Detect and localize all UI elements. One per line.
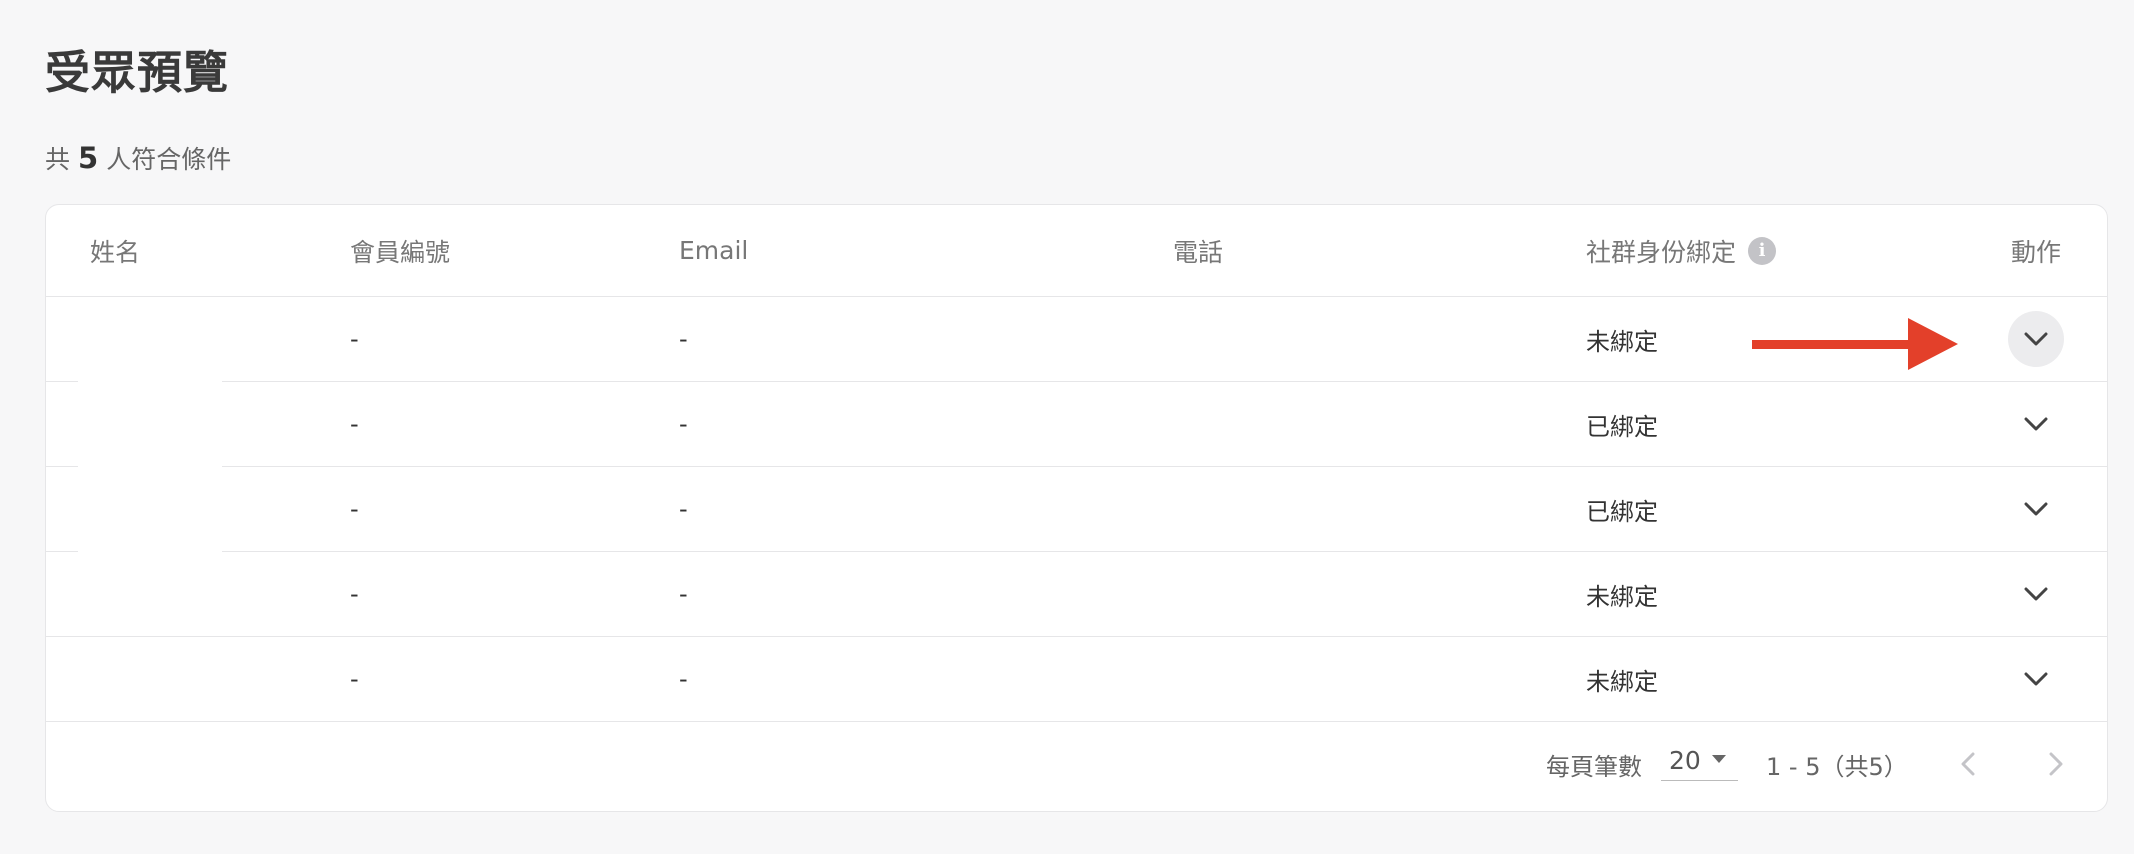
cell-social: 未綁定 xyxy=(1586,327,1658,356)
table-header: 姓名 會員編號 Email 電話 社群身份綁定 i 動作 xyxy=(46,205,2107,297)
cell-social: 已綁定 xyxy=(1586,497,1658,526)
cell-action xyxy=(1986,637,2086,721)
prev-page-button[interactable] xyxy=(1948,744,1988,784)
page-title: 受眾預覽 xyxy=(45,46,230,99)
cell-social: 未綁定 xyxy=(1586,582,1658,611)
chevron-left-icon xyxy=(1961,752,1975,776)
header-social-label: 社群身份綁定 xyxy=(1586,237,1737,267)
caret-down-icon xyxy=(1712,755,1726,763)
cell-social: 未綁定 xyxy=(1586,667,1658,696)
cell-email: - xyxy=(679,325,688,353)
header-action: 動作 xyxy=(2010,237,2061,267)
chevron-down-icon xyxy=(2024,332,2048,346)
cell-action xyxy=(1986,297,2086,381)
per-page-value: 20 xyxy=(1669,746,1701,775)
pagination-bar: 每頁筆數 20 1 - 5（共5） xyxy=(46,717,2107,811)
header-social: 社群身份綁定 i xyxy=(1586,205,1777,296)
audience-preview-page: 受眾預覽 共 5 人符合條件 姓名 會員編號 Email 電話 社群身份綁定 i… xyxy=(0,0,2134,854)
redaction-mask xyxy=(78,381,222,636)
cell-action xyxy=(1986,552,2086,636)
table-row: - - 未綁定 xyxy=(46,637,2107,722)
header-email: Email xyxy=(679,236,749,265)
chevron-down-icon xyxy=(2024,672,2048,686)
expand-row-button[interactable] xyxy=(2008,396,2064,452)
cell-member-id: - xyxy=(350,495,359,523)
per-page-label: 每頁筆數 xyxy=(1546,753,1642,781)
expand-row-button[interactable] xyxy=(2008,651,2064,707)
next-page-button[interactable] xyxy=(2036,744,2076,784)
expand-row-button[interactable] xyxy=(2008,311,2064,367)
table-row: - - 已綁定 xyxy=(46,382,2107,467)
cell-email: - xyxy=(679,580,688,608)
annotation-arrow-icon xyxy=(1752,318,1958,370)
summary-count: 5 xyxy=(78,141,99,175)
result-summary: 共 5 人符合條件 xyxy=(45,140,231,176)
chevron-down-icon xyxy=(2024,502,2048,516)
audience-table-card: 姓名 會員編號 Email 電話 社群身份綁定 i 動作 - - 未綁定 - -… xyxy=(45,204,2108,812)
table-row: - - 未綁定 xyxy=(46,552,2107,637)
cell-action xyxy=(1986,382,2086,466)
per-page-select[interactable]: 20 xyxy=(1661,741,1738,781)
header-phone: 電話 xyxy=(1173,237,1224,267)
cell-action xyxy=(1986,467,2086,551)
cell-member-id: - xyxy=(350,325,359,353)
cell-email: - xyxy=(679,665,688,693)
chevron-down-icon xyxy=(2024,417,2048,431)
expand-row-button[interactable] xyxy=(2008,566,2064,622)
header-member-id: 會員編號 xyxy=(350,237,451,267)
chevron-right-icon xyxy=(2049,752,2063,776)
cell-social: 已綁定 xyxy=(1586,412,1658,441)
info-icon[interactable]: i xyxy=(1748,236,1777,265)
cell-member-id: - xyxy=(350,580,359,608)
summary-suffix: 人符合條件 xyxy=(106,145,232,174)
expand-row-button[interactable] xyxy=(2008,481,2064,537)
pagination-range: 1 - 5（共5） xyxy=(1766,753,1908,781)
cell-email: - xyxy=(679,495,688,523)
table-row: - - 已綁定 xyxy=(46,467,2107,552)
chevron-down-icon xyxy=(2024,587,2048,601)
summary-prefix: 共 xyxy=(45,145,71,174)
cell-email: - xyxy=(679,410,688,438)
cell-member-id: - xyxy=(350,410,359,438)
header-name: 姓名 xyxy=(90,237,141,267)
cell-member-id: - xyxy=(350,665,359,693)
